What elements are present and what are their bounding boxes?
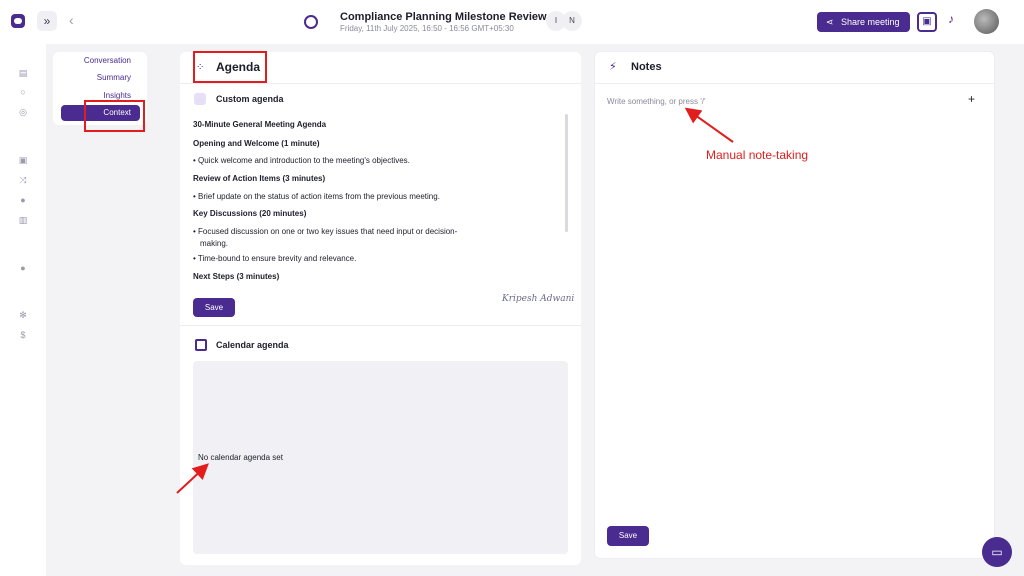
- user-avatar[interactable]: [974, 9, 999, 34]
- gift-button[interactable]: ▣: [917, 12, 937, 32]
- agenda-bullet: • Time-bound to ensure brevity and relev…: [193, 254, 357, 263]
- agenda-scrollbar[interactable]: [565, 114, 568, 232]
- drop-icon[interactable]: ●: [18, 195, 28, 205]
- top-bar: » ‹ Compliance Planning Milestone Review…: [0, 0, 1024, 44]
- agenda-section-title: Review of Action Items (3 minutes): [193, 174, 326, 183]
- bell-icon[interactable]: ♪: [948, 12, 954, 26]
- meeting-title: Compliance Planning Milestone Review: [340, 11, 547, 23]
- agenda-bullet: • Brief update on the status of action i…: [193, 192, 440, 201]
- calendar-icon: [195, 339, 207, 351]
- annotation-box-context: [84, 100, 145, 132]
- gift-icon: ▣: [922, 16, 932, 27]
- app-logo-icon[interactable]: [11, 14, 25, 28]
- agenda-section-title: Next Steps (3 minutes): [193, 272, 280, 281]
- calendar-agenda-title: Calendar agenda: [216, 340, 289, 350]
- custom-agenda-icon: [194, 93, 206, 105]
- save-agenda-button[interactable]: Save: [193, 298, 235, 317]
- share-meeting-label: Share meeting: [841, 17, 900, 27]
- agenda-section-title: Key Discussions (20 minutes): [193, 209, 307, 218]
- chat-support-button[interactable]: ▭: [982, 537, 1012, 567]
- chat-icon: ▭: [991, 545, 1003, 559]
- calendar-empty-message: No calendar agenda set: [198, 453, 283, 462]
- signature-watermark: Kripesh Adwani: [502, 294, 575, 304]
- chat-icon[interactable]: ▣: [18, 155, 28, 166]
- notes-icon: ⚡: [609, 61, 617, 73]
- left-rail: ▤ ○ ◎ ▣ ⤨ ● ▥ ● ✻ $: [0, 44, 46, 576]
- agenda-panel: ⁘ Agenda Custom agenda 30-Minute General…: [180, 52, 581, 565]
- shuffle-icon[interactable]: ⤨: [18, 175, 28, 186]
- annotation-label: Manual note-taking: [706, 148, 809, 162]
- expand-sidebar-button[interactable]: »: [37, 11, 57, 31]
- tab-insights[interactable]: Insights: [103, 91, 131, 100]
- custom-agenda-title: Custom agenda: [216, 94, 284, 104]
- section-divider: [180, 325, 581, 326]
- meeting-icon: [304, 15, 318, 29]
- bar-chart-icon[interactable]: ▥: [18, 215, 28, 226]
- annotation-box-agenda: [193, 51, 267, 83]
- participant-avatar-n[interactable]: N: [562, 11, 582, 31]
- notes-title: Notes: [631, 61, 662, 73]
- person-icon[interactable]: ●: [18, 263, 28, 273]
- share-icon: ⋖: [826, 17, 834, 27]
- add-icon[interactable]: +: [968, 92, 975, 106]
- agenda-bullet: • Quick welcome and introduction to the …: [193, 156, 410, 165]
- chart-icon[interactable]: ▤: [18, 68, 28, 79]
- agenda-bullet: • Focused discussion on one or two key i…: [193, 227, 458, 236]
- chevron-left-icon[interactable]: ‹: [69, 12, 74, 28]
- zoom-icon[interactable]: ◎: [18, 107, 28, 118]
- gear-icon[interactable]: ✻: [18, 310, 28, 321]
- share-meeting-button[interactable]: ⋖ Share meeting: [817, 12, 910, 32]
- meeting-datetime: Friday, 11th July 2025, 16:50 - 16:56 GM…: [340, 24, 514, 33]
- agenda-bullet-continuation: making.: [200, 239, 229, 248]
- tab-summary[interactable]: Summary: [97, 73, 131, 82]
- notes-input[interactable]: [607, 94, 947, 108]
- agenda-section-title: Opening and Welcome (1 minute): [193, 139, 320, 148]
- calendar-agenda-box: No calendar agenda set: [193, 361, 568, 554]
- search-icon[interactable]: ○: [18, 87, 28, 97]
- double-chevron-right-icon: »: [43, 14, 51, 28]
- tab-conversation[interactable]: Conversation: [84, 56, 131, 65]
- dollar-icon[interactable]: $: [18, 330, 28, 340]
- notes-header: ⚡ Notes: [595, 52, 994, 84]
- agenda-heading: 30-Minute General Meeting Agenda: [193, 120, 327, 129]
- notes-panel: ⚡ Notes + Save: [594, 51, 995, 559]
- save-notes-button[interactable]: Save: [607, 526, 649, 546]
